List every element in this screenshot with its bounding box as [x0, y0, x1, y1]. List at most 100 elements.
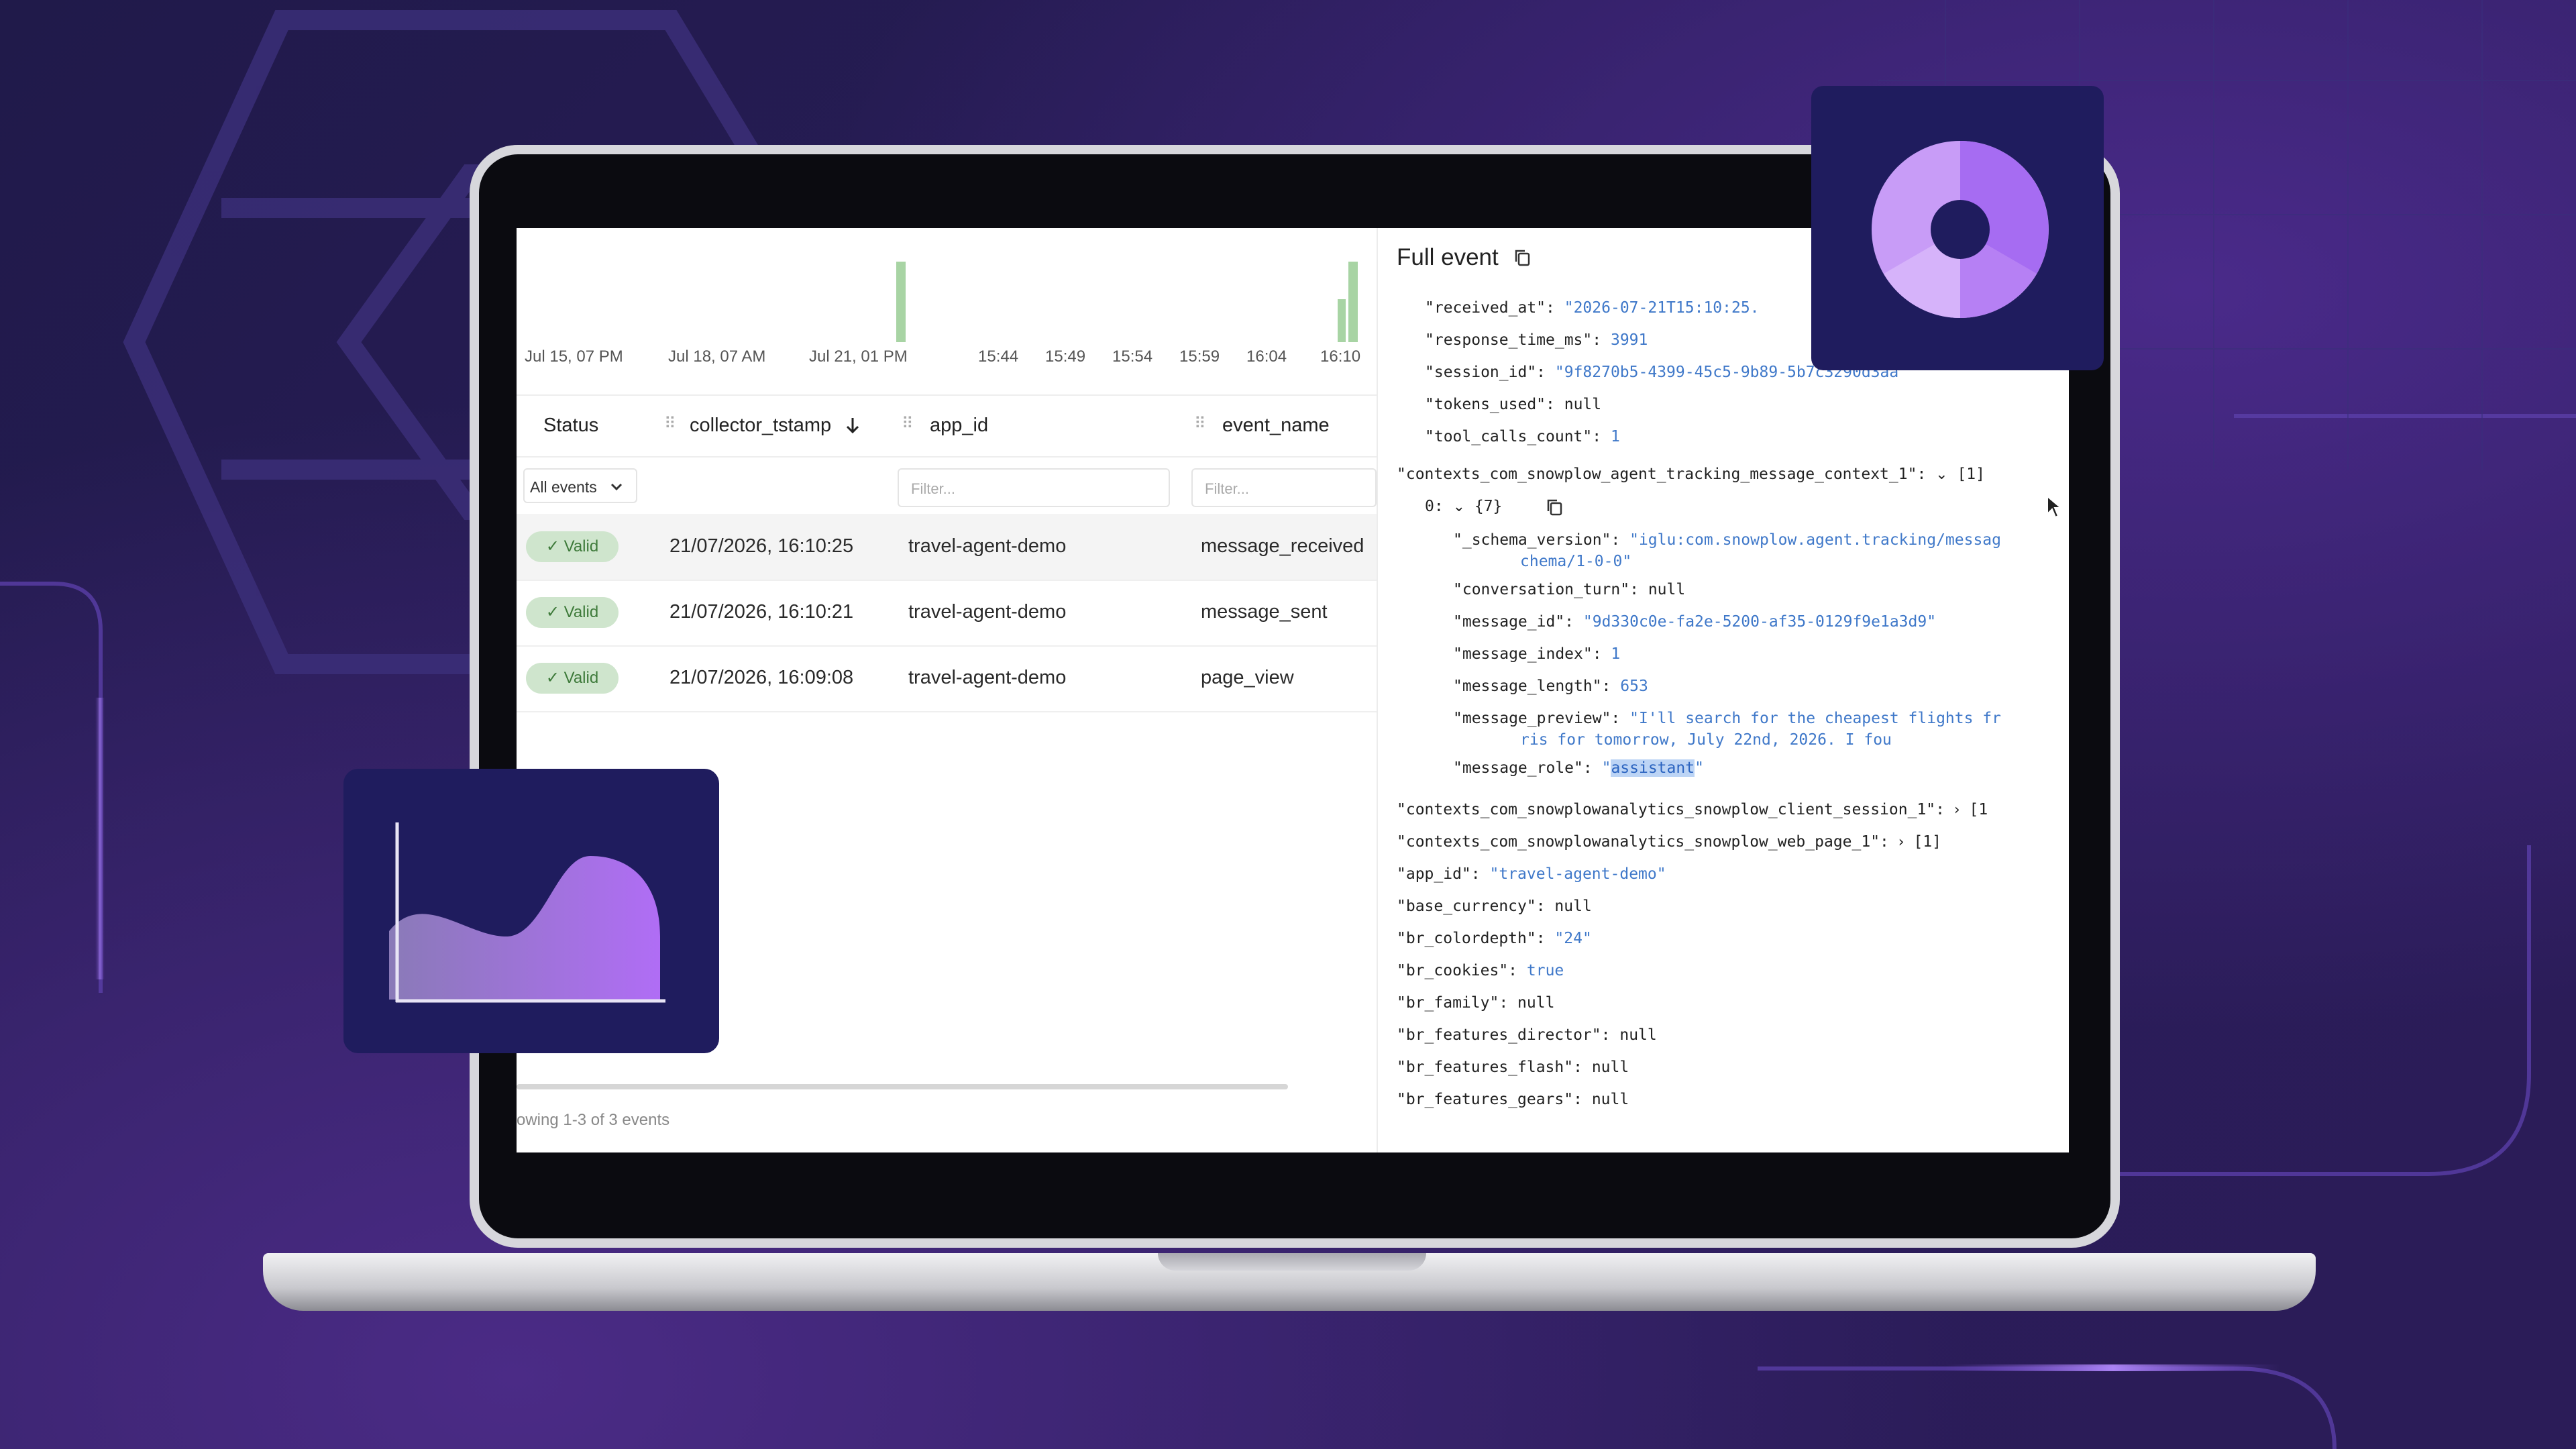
chevron-down-icon: ⌄ [1452, 498, 1465, 515]
json-value: null [1648, 581, 1686, 598]
json-line: "base_currency": null [1397, 898, 1592, 915]
selected-text: assistant [1611, 759, 1695, 777]
cell-event-name: message_received [1201, 535, 1364, 557]
table-row[interactable]: ✓ Valid 21/07/2026, 16:10:25 travel-agen… [517, 514, 1377, 581]
cell-tstamp: 21/07/2026, 16:09:08 [669, 667, 854, 688]
table-row[interactable]: ✓ Valid 21/07/2026, 16:09:08 travel-agen… [517, 645, 1377, 712]
json-key: "session_id": [1425, 364, 1546, 381]
histogram-bar [1338, 299, 1346, 342]
json-key: "_schema_version": [1453, 531, 1621, 549]
json-key: "contexts_com_snowplowanalytics_snowplow… [1397, 801, 1945, 818]
json-key: "br_colordepth": [1397, 930, 1546, 947]
status-badge: ✓ Valid [526, 531, 619, 562]
area-chart-icon [389, 822, 665, 1003]
json-line-expandable[interactable]: 0: ⌄ {7} [1425, 498, 1502, 515]
copy-icon[interactable] [1546, 498, 1563, 517]
area-chart-card [343, 769, 719, 1053]
json-value: "9d330c0e-fa2e-5200-af35-0129f9e1a3d9" [1582, 613, 1937, 631]
cell-event-name: message_sent [1201, 601, 1328, 623]
drag-handle-icon[interactable]: ⠿ [902, 415, 914, 433]
arrow-down-icon[interactable] [844, 416, 861, 435]
json-value: "travel-agent-demo" [1489, 865, 1666, 883]
status-filter-select[interactable]: All events [523, 468, 637, 503]
json-count: [1] [1913, 833, 1941, 851]
json-value: chema/1-0-0" [1520, 553, 1632, 570]
json-key: "contexts_com_snowplowanalytics_snowplow… [1397, 833, 1889, 851]
json-key: "br_features_director": [1397, 1026, 1611, 1044]
json-value: ris for tomorrow, July 22nd, 2026. I fou [1520, 731, 1892, 749]
json-key: "message_length": [1453, 678, 1611, 695]
json-line-expandable[interactable]: "contexts_com_snowplowanalytics_snowplow… [1397, 801, 1988, 818]
event-name-filter-input[interactable]: Filter... [1191, 468, 1377, 507]
json-value: 653 [1620, 678, 1648, 695]
donut-chart-card [1811, 86, 2104, 370]
mouse-cursor-icon [2047, 495, 2062, 519]
chevron-down-icon: ⌄ [1935, 466, 1948, 483]
x-tick: 15:59 [1179, 347, 1220, 366]
chevron-right-icon: › [1953, 802, 1960, 818]
cell-app-id: travel-agent-demo [908, 535, 1067, 557]
x-tick: Jul 15, 07 PM [525, 347, 623, 366]
json-line: "br_cookies": true [1397, 962, 1564, 979]
full-event-title: Full event [1397, 244, 1499, 270]
json-line: "message_role": "assistant" [1453, 759, 1704, 777]
copy-icon[interactable] [1513, 248, 1531, 267]
json-key: "response_time_ms": [1425, 331, 1602, 349]
drag-handle-icon[interactable]: ⠿ [664, 415, 676, 433]
histogram-bar [1348, 262, 1358, 342]
x-tick: Jul 21, 01 PM [809, 347, 908, 366]
cell-app-id: travel-agent-demo [908, 667, 1067, 688]
json-line: "app_id": "travel-agent-demo" [1397, 865, 1666, 883]
horizontal-scrollbar[interactable] [517, 1084, 1288, 1089]
cell-event-name: page_view [1201, 667, 1294, 688]
json-value: null [1554, 898, 1592, 915]
json-line: "conversation_turn": null [1453, 581, 1685, 598]
x-tick: 15:54 [1112, 347, 1153, 366]
status-filter-value: All events [530, 478, 597, 496]
json-value: "I'll search for the cheapest flights fr [1629, 710, 2001, 727]
json-line: "message_length": 653 [1453, 678, 1648, 695]
json-count: {7} [1474, 498, 1503, 515]
pagination-summary: owing 1-3 of 3 events [517, 1111, 670, 1129]
laptop-notch [1158, 1253, 1426, 1271]
json-line-wrap: chema/1-0-0" [1520, 553, 1631, 570]
json-line: "br_family": null [1397, 994, 1554, 1012]
x-tick: 15:44 [978, 347, 1019, 366]
json-line: "received_at": "2026-07-21T15:10:25. [1425, 299, 1760, 317]
column-header-collector-tstamp[interactable]: collector_tstamp [690, 415, 831, 437]
json-key: "message_id": [1453, 613, 1574, 631]
donut-chart-icon [1872, 141, 2049, 318]
table-header: Status ⠿ collector_tstamp ⠿ app_id ⠿ eve… [517, 394, 1377, 458]
column-header-event-name[interactable]: event_name [1222, 415, 1330, 437]
json-key: "message_index": [1453, 645, 1602, 663]
events-histogram-days: Jul 15, 07 PM Jul 18, 07 AM Jul 21, 01 P… [517, 239, 919, 366]
status-badge: ✓ Valid [526, 597, 619, 628]
column-header-status[interactable]: Status [543, 415, 598, 437]
json-key: "br_cookies": [1397, 962, 1518, 979]
x-tick: 16:10 [1320, 347, 1361, 366]
events-histogram-minutes: 15:44 15:49 15:54 15:59 16:04 16:10 [949, 239, 1364, 366]
table-row[interactable]: ✓ Valid 21/07/2026, 16:10:21 travel-agen… [517, 580, 1377, 647]
json-count: [1 [1969, 801, 1988, 818]
chevron-right-icon: › [1898, 834, 1904, 851]
json-line-expandable[interactable]: "contexts_com_snowplow_agent_tracking_me… [1397, 466, 1985, 483]
histogram-bar [896, 262, 906, 342]
json-value: 1 [1611, 645, 1621, 663]
x-tick: 15:49 [1045, 347, 1086, 366]
json-line-expandable[interactable]: "contexts_com_snowplowanalytics_snowplow… [1397, 833, 1941, 851]
cell-tstamp: 21/07/2026, 16:10:21 [669, 601, 854, 623]
json-key: "br_features_flash": [1397, 1059, 1582, 1076]
json-value: null [1619, 1026, 1657, 1044]
filter-row: All events Filter... Filter... [517, 455, 1377, 515]
json-key: "tokens_used": [1425, 396, 1555, 413]
column-header-app-id[interactable]: app_id [930, 415, 988, 437]
drag-handle-icon[interactable]: ⠿ [1194, 415, 1206, 433]
chevron-down-icon [610, 483, 623, 491]
json-key: "conversation_turn": [1453, 581, 1639, 598]
json-key: "br_features_gears": [1397, 1091, 1582, 1108]
json-value: null [1564, 396, 1602, 413]
json-value: null [1591, 1091, 1629, 1108]
app-id-filter-input[interactable]: Filter... [898, 468, 1170, 507]
json-line: "br_features_flash": null [1397, 1059, 1629, 1076]
cell-tstamp: 21/07/2026, 16:10:25 [669, 535, 854, 557]
